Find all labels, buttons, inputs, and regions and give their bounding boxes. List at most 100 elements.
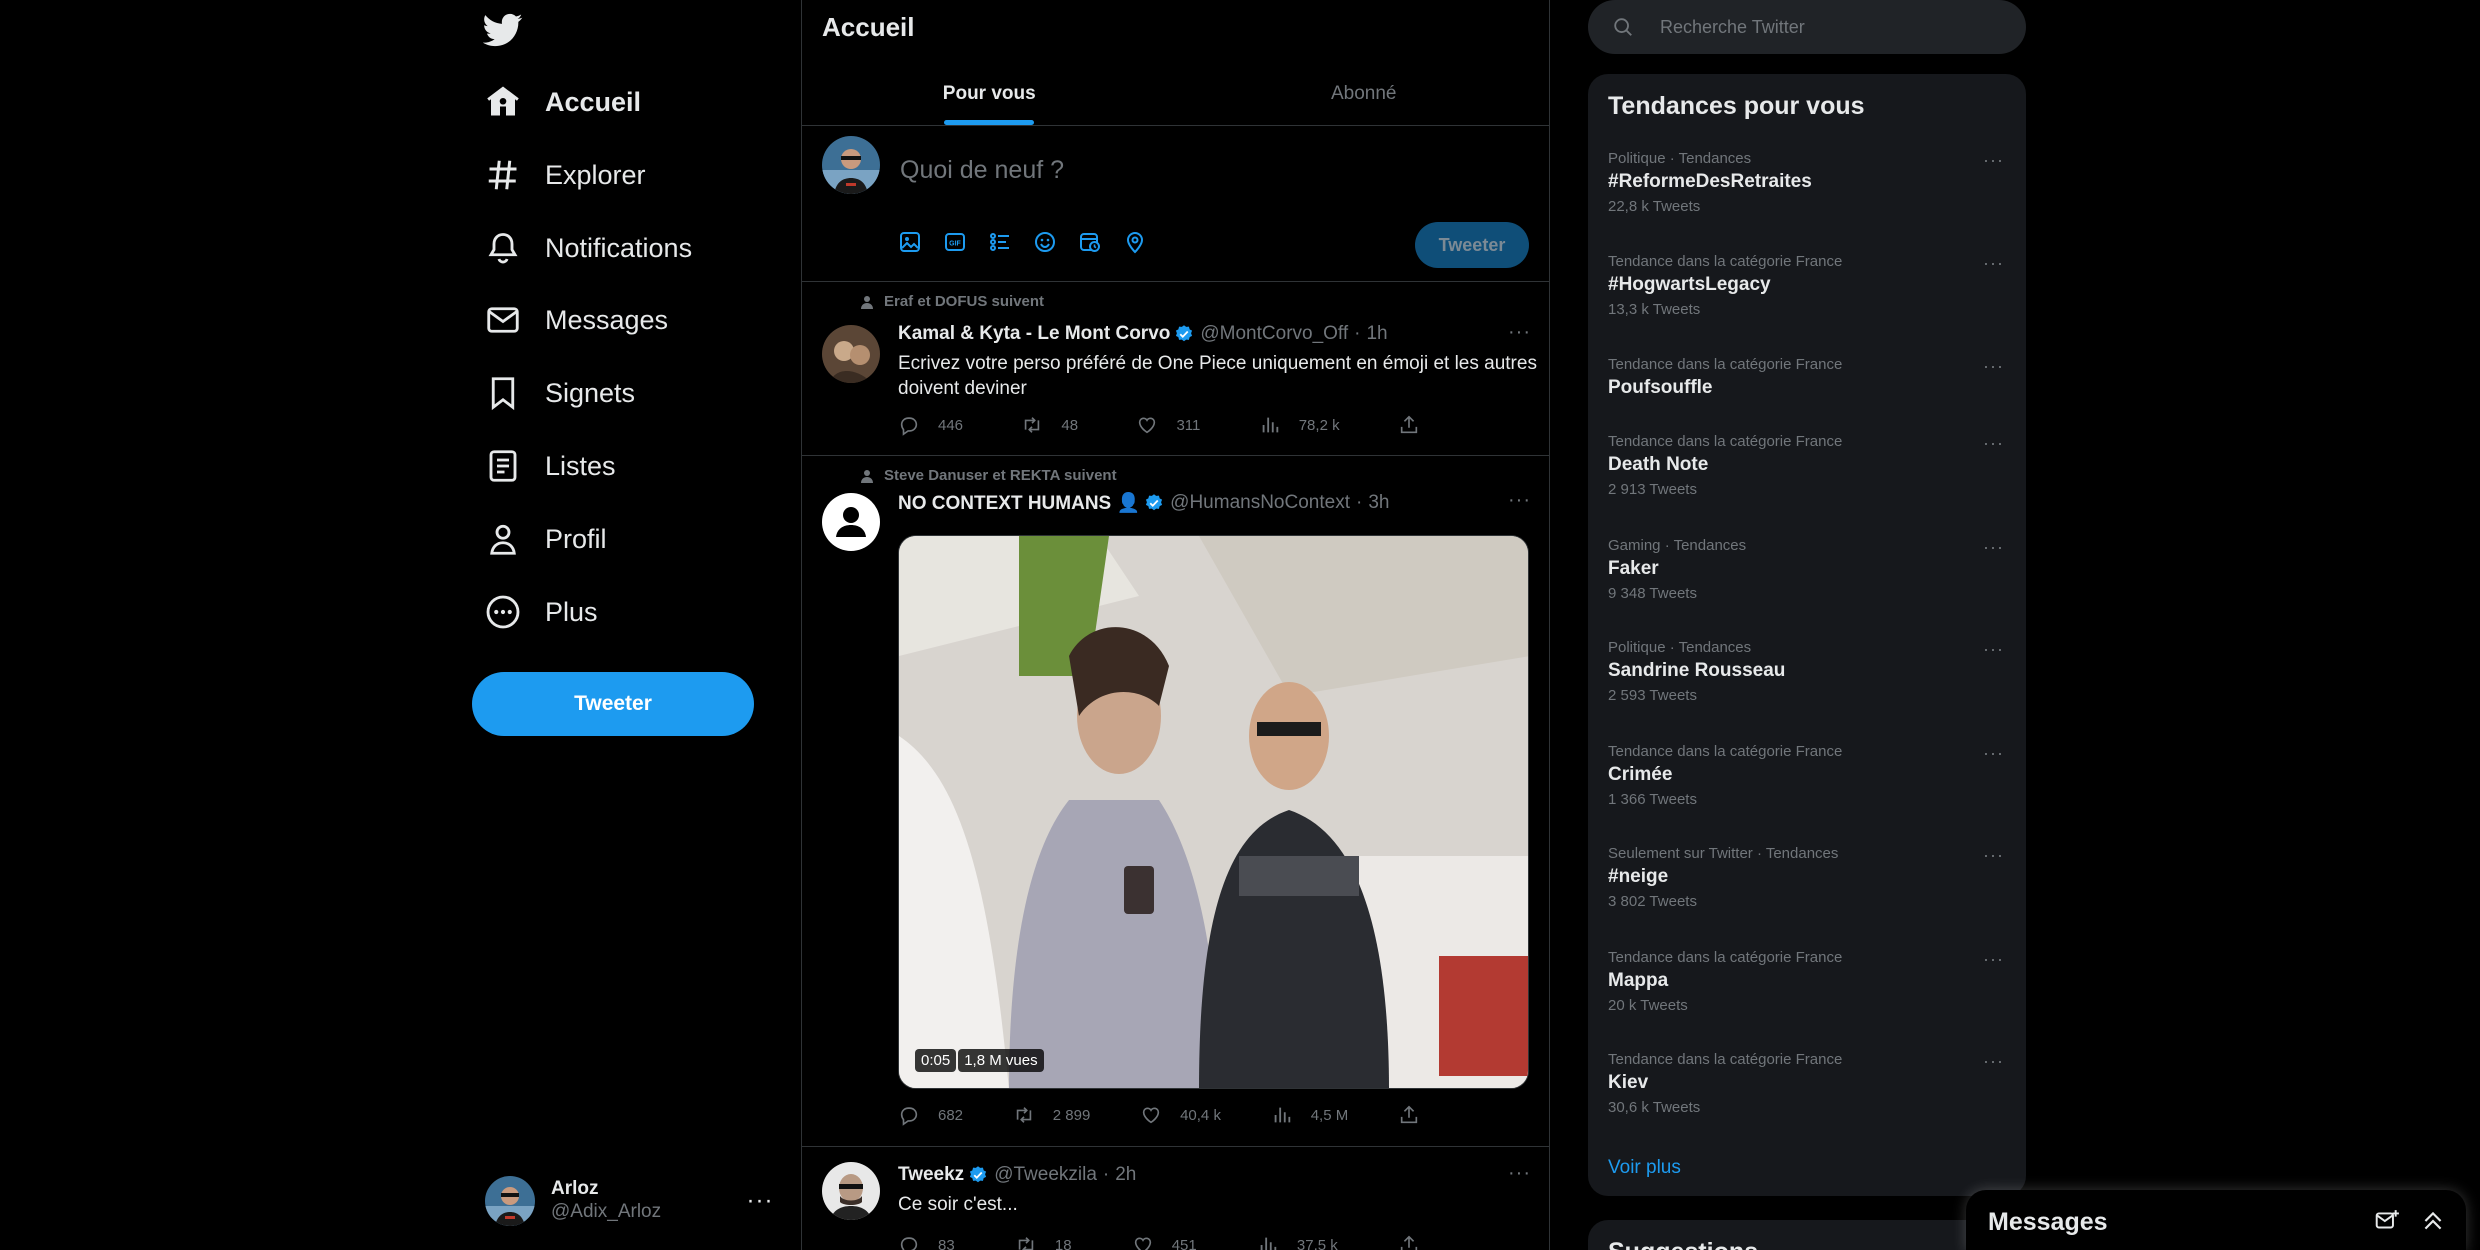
trend-more-icon[interactable]: ··· <box>1983 253 2004 274</box>
tab-following[interactable]: Abonné <box>1177 62 1550 125</box>
trend-item[interactable]: Tendance dans la catégorie France Death N… <box>1588 433 2026 535</box>
nav-item-bookmarks[interactable]: Signets <box>485 367 635 419</box>
active-tab-indicator <box>944 120 1035 125</box>
share-button[interactable] <box>1398 414 1438 436</box>
left-navigation: Accueil Explorer Notifications Messages … <box>0 0 800 1250</box>
like-button[interactable]: 40,4 k <box>1140 1104 1221 1126</box>
author-handle[interactable]: @HumansNoContext <box>1170 492 1350 514</box>
video-player[interactable]: 0:05 1,8 M vues <box>898 535 1529 1089</box>
social-context: Eraf et DOFUS suivent <box>860 293 1044 310</box>
nav-item-home[interactable]: Accueil <box>485 76 641 128</box>
trend-item[interactable]: Tendance dans la catégorie France #Hogwar… <box>1588 253 2026 355</box>
share-button[interactable] <box>1398 1234 1438 1250</box>
analytics-icon <box>1262 417 1278 433</box>
author-name[interactable]: NO CONTEXT HUMANS 👤 <box>898 491 1140 515</box>
retweet-count: 2 899 <box>1052 1106 1091 1124</box>
trend-more-icon[interactable]: ··· <box>1983 743 2004 764</box>
location-icon[interactable] <box>1123 230 1147 254</box>
trend-more-icon[interactable]: ··· <box>1983 639 2004 660</box>
separator-dot: · <box>1102 1164 1110 1185</box>
page-title: Accueil <box>822 12 915 42</box>
retweet-button[interactable]: 18 <box>1015 1234 1072 1250</box>
poll-icon[interactable] <box>988 230 1012 254</box>
reply-button[interactable]: 83 <box>898 1234 955 1250</box>
author-name[interactable]: Kamal & Kyta - Le Mont Corvo <box>898 323 1170 345</box>
gif-icon[interactable]: GIF <box>943 230 967 254</box>
trend-item[interactable]: Tendance dans la catégorie France Mappa 20… <box>1588 949 2026 1051</box>
tweet-header: NO CONTEXT HUMANS 👤 @HumansNoContext · 3… <box>898 491 1389 515</box>
trend-more-icon[interactable]: ··· <box>1983 150 2004 171</box>
social-context-text: Eraf et DOFUS suivent <box>884 293 1045 310</box>
reply-button[interactable]: 682 <box>898 1104 963 1126</box>
like-button[interactable]: 451 <box>1132 1234 1197 1250</box>
new-message-icon[interactable] <box>2374 1208 2400 1234</box>
avatar[interactable] <box>822 1162 880 1220</box>
nav-item-explore[interactable]: Explorer <box>485 149 646 201</box>
tweet-more-icon[interactable]: ··· <box>1508 321 1531 344</box>
tweet[interactable]: Steve Danuser et REKTA suivent NO CONTEX… <box>802 457 1549 1147</box>
tweet-time[interactable]: 1h <box>1366 323 1387 345</box>
trend-more-icon[interactable]: ··· <box>1983 949 2004 970</box>
account-switcher[interactable]: Arloz @Adix_Arloz ··· <box>485 1170 775 1232</box>
nav-item-profile[interactable]: Profil <box>485 513 607 565</box>
avatar[interactable] <box>822 136 880 194</box>
reply-count: 682 <box>938 1106 964 1124</box>
views-button[interactable]: 78,2 k <box>1259 414 1340 436</box>
view-count: 4,5 M <box>1310 1106 1349 1124</box>
view-count: 78,2 k <box>1298 416 1340 434</box>
trend-more-icon[interactable]: ··· <box>1983 537 2004 558</box>
emoji-icon[interactable] <box>1033 230 1057 254</box>
trend-item[interactable]: Politique · Tendances Sandrine Rousseau 2 … <box>1588 639 2026 741</box>
verified-badge-icon <box>968 1165 988 1185</box>
tweet-more-icon[interactable]: ··· <box>1508 1162 1531 1185</box>
views-button[interactable]: 37,5 k <box>1257 1234 1338 1250</box>
trend-more-icon[interactable]: ··· <box>1983 1051 2004 1072</box>
tab-for-you[interactable]: Pour vous <box>802 62 1177 125</box>
trend-item[interactable]: Tendance dans la catégorie France Crimée 1… <box>1588 743 2026 845</box>
nav-label-explore: Explorer <box>545 159 646 190</box>
expand-drawer-icon[interactable] <box>2420 1208 2446 1234</box>
search-bar[interactable]: Recherche Twitter <box>1588 0 2026 54</box>
tweet[interactable]: Tweekz @Tweekzila · 2h ··· Ce soir c'est… <box>802 1148 1549 1250</box>
trend-item[interactable]: Politique · Tendances #ReformeDesRetraite… <box>1588 150 2026 252</box>
trends-title: Tendances pour vous <box>1608 92 1865 120</box>
author-handle[interactable]: @MontCorvo_Off <box>1200 323 1348 345</box>
avatar[interactable] <box>822 325 880 383</box>
tweet-actions: 682 2 899 40,4 k 4,5 M <box>898 1104 1438 1126</box>
compose-tweet-button[interactable]: Tweeter <box>1415 222 1529 268</box>
messages-drawer[interactable]: Messages <box>1966 1190 2466 1250</box>
twitter-logo-icon[interactable] <box>483 10 527 50</box>
nav-item-notifications[interactable]: Notifications <box>485 222 692 274</box>
nav-item-messages[interactable]: Messages <box>485 294 668 346</box>
avatar[interactable] <box>822 493 880 551</box>
trend-more-icon[interactable]: ··· <box>1983 356 2004 377</box>
account-more-icon[interactable]: ··· <box>745 1187 775 1215</box>
trend-item[interactable]: Seulement sur Twitter · Tendances #neige 3… <box>1588 845 2026 947</box>
trend-more-icon[interactable]: ··· <box>1983 845 2004 866</box>
search-input[interactable]: Recherche Twitter <box>1660 17 1805 38</box>
tweet-time[interactable]: 2h <box>1115 1164 1136 1186</box>
like-button[interactable]: 311 <box>1136 414 1200 436</box>
nav-item-lists[interactable]: Listes <box>485 440 616 492</box>
retweet-button[interactable]: 48 <box>1021 414 1078 436</box>
tweet[interactable]: Eraf et DOFUS suivent Kamal & Kyta - Le … <box>802 283 1549 456</box>
trend-name: #neige <box>1608 866 1669 887</box>
show-more-link[interactable]: Voir plus <box>1608 1157 1681 1179</box>
trend-item[interactable]: Tendance dans la catégorie France Kiev 30,… <box>1588 1051 2026 1153</box>
author-name[interactable]: Tweekz <box>898 1164 964 1186</box>
tweet-button[interactable]: Tweeter <box>472 672 754 736</box>
share-button[interactable] <box>1398 1104 1438 1126</box>
author-handle[interactable]: @Tweekzila <box>994 1164 1097 1186</box>
views-button[interactable]: 4,5 M <box>1271 1104 1349 1126</box>
schedule-icon[interactable] <box>1078 230 1102 254</box>
tweet-time[interactable]: 3h <box>1368 492 1389 514</box>
retweet-button[interactable]: 2 899 <box>1013 1104 1091 1126</box>
image-icon[interactable] <box>898 230 922 254</box>
trend-more-icon[interactable]: ··· <box>1983 433 2004 454</box>
trend-item[interactable]: Gaming · Tendances Faker 9 348 Tweets ··· <box>1588 537 2026 639</box>
nav-item-more[interactable]: Plus <box>485 586 598 638</box>
tweet-more-icon[interactable]: ··· <box>1508 489 1531 512</box>
reply-button[interactable]: 446 <box>898 414 963 436</box>
compose-input[interactable]: Quoi de neuf ? <box>900 156 1064 185</box>
social-context-text: Steve Danuser et REKTA suivent <box>884 467 1117 484</box>
